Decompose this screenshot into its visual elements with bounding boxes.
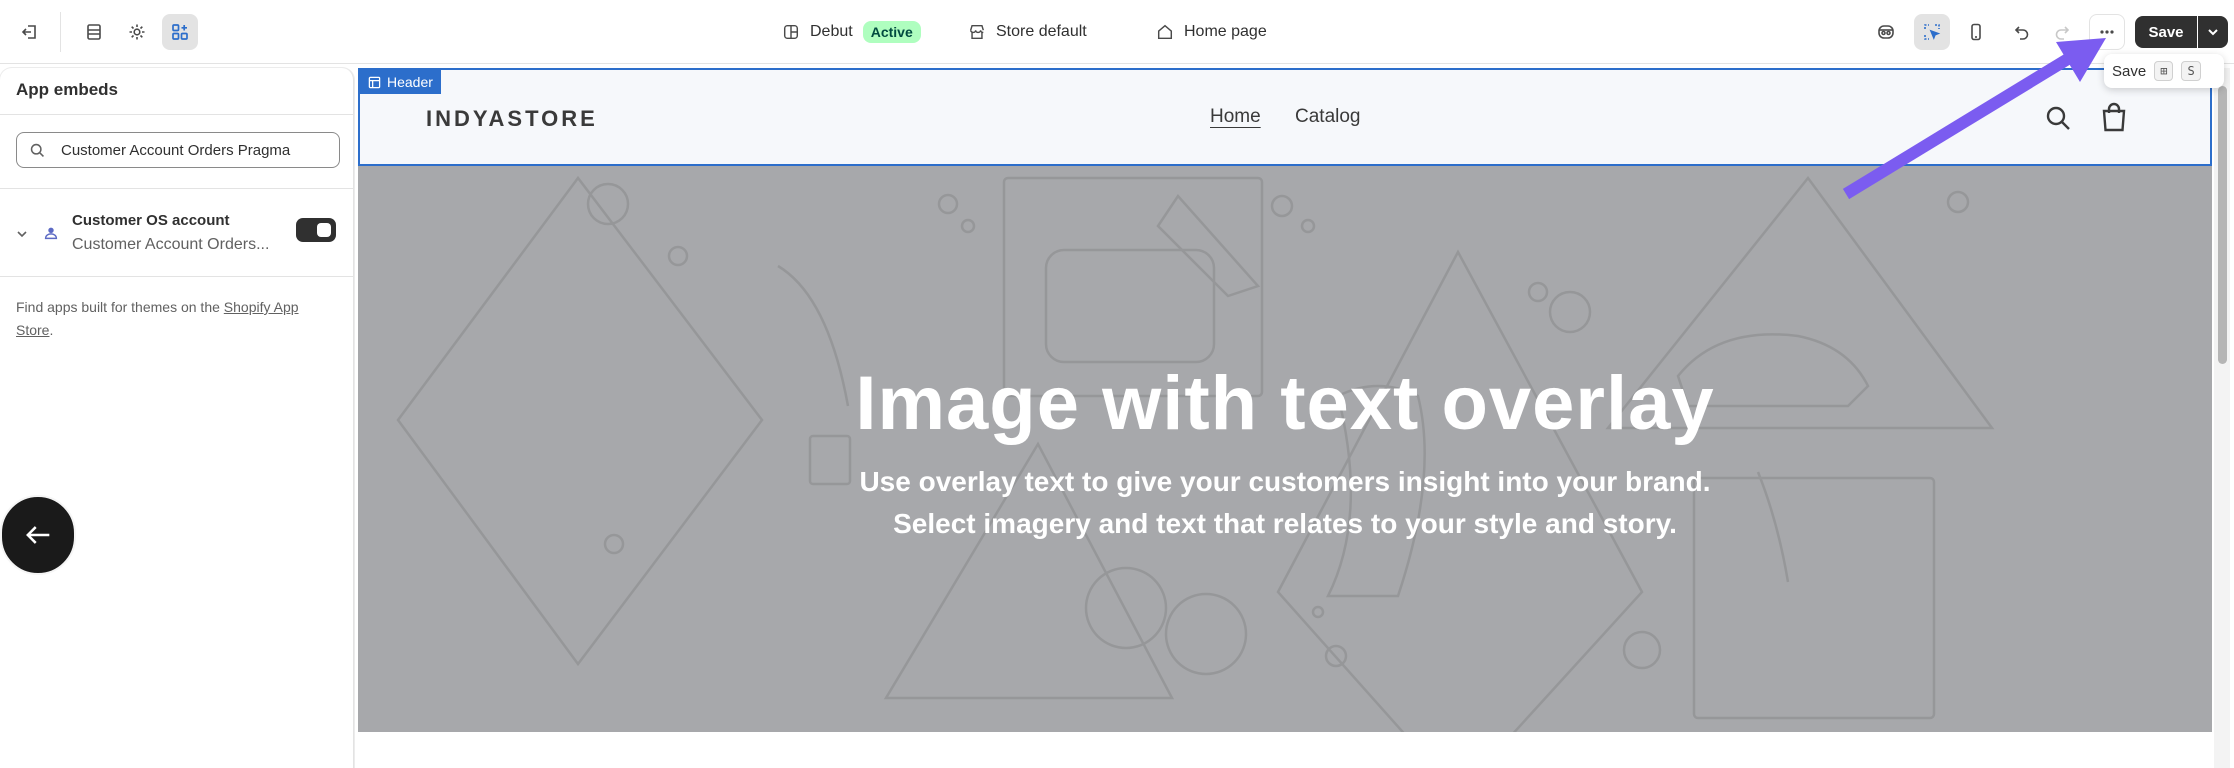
hero-banner[interactable]: Image with text overlay Use overlay text… xyxy=(358,166,2212,732)
exit-icon xyxy=(21,25,36,39)
sections-button[interactable] xyxy=(76,14,112,50)
find-apps-suffix: . xyxy=(49,322,54,338)
chevron-down-icon xyxy=(2208,29,2218,36)
save-tooltip: Save ⊞ S xyxy=(2104,54,2224,88)
toggle-knob xyxy=(317,223,331,237)
find-apps-prefix: Find apps built for themes on the xyxy=(16,299,224,315)
hero-illustration xyxy=(396,175,1995,732)
theme-settings-button[interactable] xyxy=(119,14,155,50)
theme-selector[interactable]: Debut Active xyxy=(782,18,921,46)
chevron-down-icon[interactable] xyxy=(14,226,30,242)
search-input[interactable]: Customer Account Orders Pragma xyxy=(16,132,340,168)
page-selector[interactable]: Home page xyxy=(1156,18,1267,46)
section-tag-label: Header xyxy=(387,74,433,90)
store-selector[interactable]: Store default xyxy=(968,18,1087,46)
app-embeds-icon xyxy=(172,24,188,40)
shortcut-key-modifier: ⊞ xyxy=(2154,61,2174,81)
scrollbar-thumb[interactable] xyxy=(2218,86,2227,364)
store-name: Store default xyxy=(996,23,1087,40)
search-value: Customer Account Orders Pragma xyxy=(61,142,291,159)
back-button[interactable] xyxy=(0,495,76,575)
divider xyxy=(0,114,354,115)
store-logo[interactable]: INDYASTORE xyxy=(426,106,598,132)
hero-subtitle-line-2: Select imagery and text that relates to … xyxy=(893,508,1677,539)
theme-name: Debut xyxy=(810,23,853,40)
divider xyxy=(0,188,354,189)
app-embeds-button[interactable] xyxy=(162,14,198,50)
embed-toggle[interactable] xyxy=(296,218,336,242)
arrow-left-icon xyxy=(26,526,50,544)
layout-icon xyxy=(368,76,381,88)
page-name: Home page xyxy=(1184,23,1267,40)
exit-button[interactable] xyxy=(12,14,48,50)
divider xyxy=(0,276,354,277)
home-icon xyxy=(1157,24,1173,40)
hero-title: Image with text overlay xyxy=(855,361,1715,446)
gear-icon xyxy=(129,24,145,40)
save-options-button[interactable] xyxy=(2198,16,2228,48)
find-apps-text: Find apps built for themes on the Shopif… xyxy=(16,296,336,342)
section-tag: Header xyxy=(360,70,441,94)
embed-subtitle: Customer Account Orders... xyxy=(72,236,270,253)
shortcut-key-s: S xyxy=(2181,61,2201,81)
nav-catalog[interactable]: Catalog xyxy=(1295,106,1361,128)
layout-icon xyxy=(783,24,799,40)
embed-title: Customer OS account xyxy=(72,212,230,229)
save-button[interactable]: Save xyxy=(2135,16,2197,48)
sections-icon xyxy=(87,24,101,40)
divider xyxy=(60,12,61,52)
app-embeds-panel: App embeds Customer Account Orders Pragm… xyxy=(0,68,354,768)
panel-title: App embeds xyxy=(16,80,119,99)
search-icon xyxy=(30,143,44,157)
hero-subtitle-line-1: Use overlay text to give your customers … xyxy=(859,466,1711,497)
status-badge: Active xyxy=(862,21,921,43)
store-icon xyxy=(969,24,984,40)
person-icon xyxy=(44,227,58,240)
nav-home[interactable]: Home xyxy=(1210,106,1261,128)
annotation-arrow xyxy=(1842,38,2106,200)
